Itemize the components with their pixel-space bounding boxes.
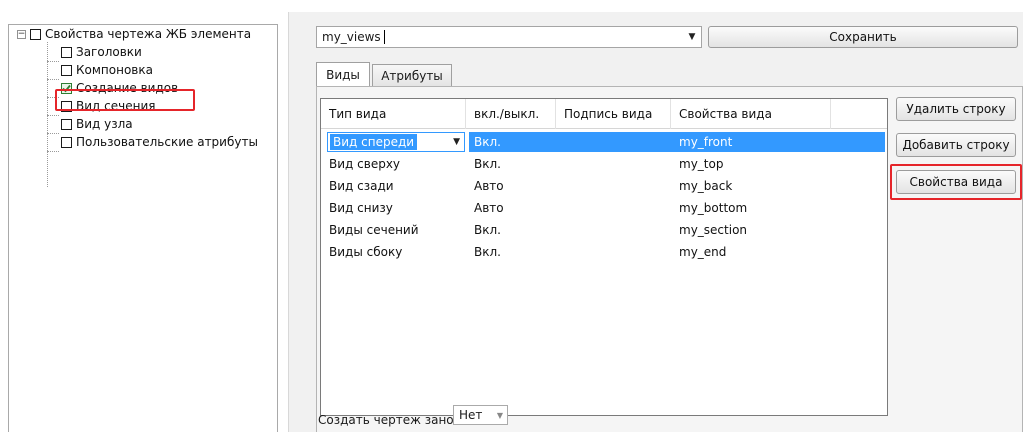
dropdown-arrow-icon[interactable]: ▼: [453, 137, 460, 147]
recreate-drawing-value: Нет: [459, 408, 483, 422]
checkbox-icon[interactable]: [61, 64, 72, 76]
saved-settings-combo[interactable]: my_views ▼: [316, 26, 702, 48]
table-row[interactable]: Виды сбоку Вкл. my_end: [321, 242, 887, 262]
cell-state[interactable]: Вкл.: [466, 242, 501, 262]
properties-tree: − Свойства чертежа ЖБ элемента Заголовки…: [8, 24, 278, 432]
add-row-button[interactable]: Добавить строку: [896, 133, 1016, 157]
highlight-frame: [55, 89, 195, 111]
checkbox-icon[interactable]: [61, 136, 72, 148]
checkbox-icon[interactable]: [61, 46, 72, 58]
text-caret: [384, 30, 385, 44]
tree-item-label: Заголовки: [76, 45, 142, 59]
tree-item-user-attributes[interactable]: Пользовательские атрибуты: [61, 133, 258, 151]
tree-item-layout[interactable]: Компоновка: [61, 61, 153, 79]
cell-caption[interactable]: [556, 154, 564, 174]
dropdown-arrow-icon[interactable]: ▼: [493, 411, 507, 420]
save-button[interactable]: Сохранить: [708, 26, 1018, 48]
table-row[interactable]: Вид спереди ▼ Вкл. my_front: [321, 132, 887, 152]
tab-views[interactable]: Виды: [316, 62, 370, 86]
collapse-icon[interactable]: −: [17, 29, 26, 39]
tab-attributes[interactable]: Атрибуты: [372, 64, 452, 86]
cell-type[interactable]: Вид сзади: [321, 176, 394, 196]
cell-caption[interactable]: [556, 198, 564, 218]
cell-props[interactable]: my_top: [671, 154, 723, 174]
tree-connector: [47, 61, 59, 62]
cell-state[interactable]: Вкл.: [466, 154, 501, 174]
tree-connector: [47, 151, 59, 152]
table-header: Тип вида вкл./выкл. Подпись вида Свойств…: [321, 99, 887, 129]
table-row[interactable]: Виды сечений Вкл. my_section: [321, 220, 887, 240]
add-row-label: Добавить строку: [902, 138, 1010, 152]
delete-row-label: Удалить строку: [906, 102, 1006, 116]
cell-props[interactable]: my_front: [671, 132, 732, 152]
tree-connector: [47, 115, 59, 116]
tab-label: Виды: [326, 67, 360, 82]
cell-type[interactable]: Виды сечений: [321, 220, 419, 240]
tree-item-detail-view[interactable]: Вид узла: [61, 115, 133, 133]
column-header-view-type[interactable]: Тип вида: [321, 99, 466, 129]
tree-item-headers[interactable]: Заголовки: [61, 43, 142, 61]
tab-label: Атрибуты: [381, 68, 443, 83]
save-button-label: Сохранить: [829, 30, 897, 44]
cell-caption[interactable]: [556, 242, 564, 262]
table-row[interactable]: Вид сзади Авто my_back: [321, 176, 887, 196]
cell-state[interactable]: Вкл.: [466, 220, 501, 240]
saved-settings-value: my_views: [322, 30, 381, 44]
cell-caption[interactable]: [556, 220, 564, 240]
tree-root-label: Свойства чертежа ЖБ элемента: [45, 27, 252, 41]
view-type-dropdown[interactable]: Вид спереди ▼: [327, 132, 465, 152]
checkbox-icon[interactable]: [30, 28, 41, 40]
recreate-drawing-label: Создать чертеж заново: [318, 413, 469, 427]
column-header-view-properties[interactable]: Свойства вида: [671, 99, 831, 129]
view-type-value: Вид спереди: [330, 134, 418, 150]
cell-caption[interactable]: [556, 176, 564, 196]
tree-connector: [47, 79, 59, 80]
cell-type[interactable]: Виды сбоку: [321, 242, 402, 262]
tree-item-label: Компоновка: [76, 63, 153, 77]
tree-item-label: Вид узла: [76, 117, 133, 131]
column-header-view-caption[interactable]: Подпись вида: [556, 99, 671, 129]
checkbox-icon[interactable]: [61, 118, 72, 130]
cell-type[interactable]: Вид сверху: [321, 154, 400, 174]
delete-row-button[interactable]: Удалить строку: [896, 97, 1016, 121]
views-table[interactable]: Тип вида вкл./выкл. Подпись вида Свойств…: [320, 98, 888, 416]
tree-root[interactable]: − Свойства чертежа ЖБ элемента: [17, 25, 251, 43]
drawing-properties-window: − Свойства чертежа ЖБ элемента Заголовки…: [0, 0, 1023, 432]
dropdown-arrow-icon[interactable]: ▼: [683, 27, 701, 47]
tree-connector: [47, 133, 59, 134]
tree-item-label: Пользовательские атрибуты: [76, 135, 258, 149]
cell-state[interactable]: Вкл.: [466, 132, 501, 152]
table-row[interactable]: Вид сверху Вкл. my_top: [321, 154, 887, 174]
recreate-drawing-combo[interactable]: Нет ▼: [453, 405, 508, 425]
cell-props[interactable]: my_end: [671, 242, 726, 262]
cell-props[interactable]: my_section: [671, 220, 747, 240]
table-row[interactable]: Вид снизу Авто my_bottom: [321, 198, 887, 218]
cell-caption[interactable]: [556, 132, 564, 152]
cell-state[interactable]: Авто: [466, 198, 504, 218]
cell-props[interactable]: my_back: [671, 176, 732, 196]
cell-type[interactable]: Вид снизу: [321, 198, 393, 218]
column-header-empty: [831, 99, 887, 129]
column-header-on-off[interactable]: вкл./выкл.: [466, 99, 556, 129]
cell-props[interactable]: my_bottom: [671, 198, 747, 218]
cell-state[interactable]: Авто: [466, 176, 504, 196]
highlight-frame: [890, 164, 1022, 200]
